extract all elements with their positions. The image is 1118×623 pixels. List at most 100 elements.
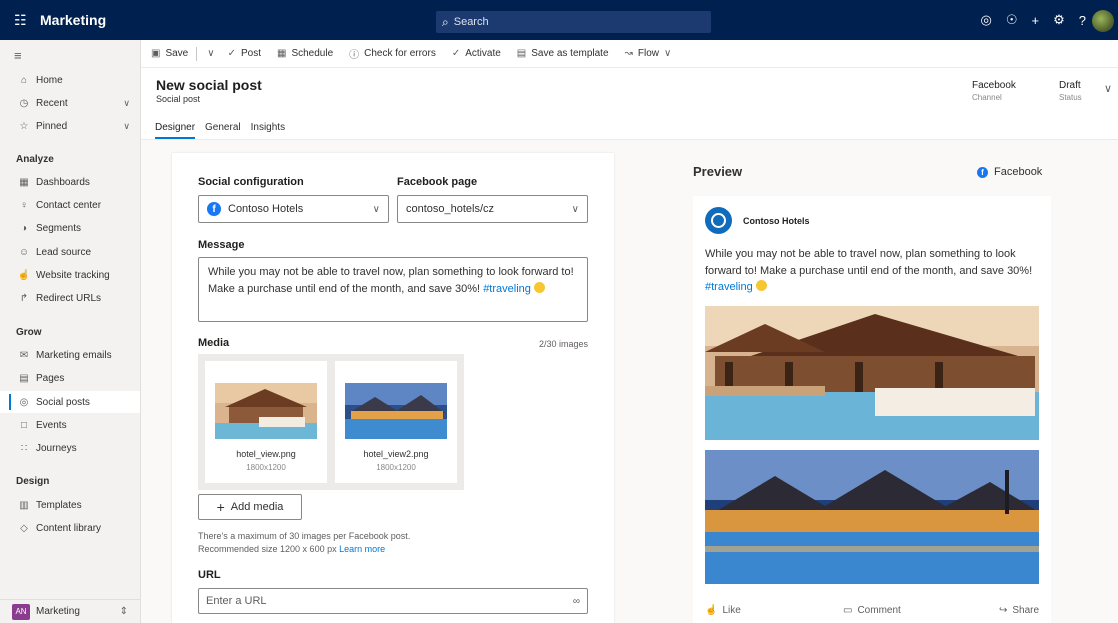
account-avatar <box>705 207 732 234</box>
top-bar: ☷ Marketing ⌕ Search ◎ ☉ + ⚙ ? <box>0 0 1118 40</box>
activate-button[interactable]: ✓ Activate <box>452 48 501 59</box>
app-name[interactable]: Marketing <box>40 12 106 28</box>
sidebar-item-pinned[interactable]: ☆ Pinned ∨ <box>0 115 140 137</box>
sidebar-item-marketing-emails[interactable]: ✉ Marketing emails <box>0 344 140 366</box>
social-config-dropdown[interactable]: f Contoso Hotels ∨ <box>198 195 389 223</box>
sidebar-item-label: Lead source <box>36 246 92 258</box>
url-placeholder: Enter a URL <box>206 595 267 607</box>
divider <box>196 46 198 61</box>
status-label: Status <box>1059 93 1082 102</box>
help-icon[interactable]: ? <box>1079 13 1086 28</box>
sidebar-item-templates[interactable]: ▥ Templates <box>0 494 140 516</box>
preview-heading: Preview <box>693 164 743 179</box>
fb-page-dropdown[interactable]: contoso_hotels/cz ∨ <box>397 195 588 223</box>
user-avatar[interactable] <box>1092 10 1114 32</box>
media-item[interactable]: hotel_view.png 1800x1200 <box>205 361 327 483</box>
record-tabs: Designer General Insights <box>155 122 285 139</box>
check-errors-button[interactable]: ⓘ Check for errors <box>349 46 436 61</box>
global-search[interactable]: ⌕ Search <box>436 11 711 33</box>
share-label: Share <box>1012 605 1040 616</box>
hamburger-icon[interactable]: ≡ <box>14 48 22 63</box>
like-button[interactable]: ☝ Like <box>705 605 741 616</box>
share-icon: ↪ <box>999 605 1008 616</box>
plus-icon[interactable]: + <box>1032 13 1040 28</box>
top-actions: ◎ ☉ + ⚙ ? <box>981 0 1086 40</box>
message-hashtag[interactable]: #traveling <box>483 283 531 295</box>
help-line-2: Recommended size 1200 x 600 px <box>198 544 337 554</box>
sidebar-item-content-library[interactable]: ◇ Content library <box>0 517 140 539</box>
sidebar-item-website-tracking[interactable]: ☝ Website tracking <box>0 264 140 286</box>
sidebar-item-redirect-urls[interactable]: ↱ Redirect URLs <box>0 287 140 309</box>
social-config-value: Contoso Hotels <box>228 203 304 215</box>
comment-button[interactable]: ▭ Comment <box>843 605 901 616</box>
help-line-1: There's a maximum of 30 images per Faceb… <box>198 531 411 541</box>
clock-icon: ◷ <box>19 97 29 109</box>
share-button[interactable]: ↪ Share <box>999 605 1039 616</box>
sidebar-item-label: Dashboards <box>36 176 90 188</box>
sidebar-item-segments[interactable]: ◑ Segments <box>0 217 140 239</box>
save-as-template-button[interactable]: ▤ Save as template <box>517 48 609 59</box>
sidebar-item-lead-source[interactable]: ☺ Lead source <box>0 241 140 263</box>
entity-name: Social post <box>156 94 201 104</box>
record-header: New social post Social post Facebook Cha… <box>141 68 1118 140</box>
sidebar-item-label: Recent <box>36 97 68 109</box>
save-options-button[interactable]: ∨ <box>207 48 219 59</box>
template-icon: ▥ <box>19 499 29 511</box>
message-textarea[interactable]: While you may not be able to travel now,… <box>198 257 588 322</box>
lead-icon: ☺ <box>18 246 30 258</box>
preview-hashtag: #traveling <box>705 281 753 293</box>
save-label: Save <box>165 48 189 59</box>
preview-channel-name: Facebook <box>994 166 1043 178</box>
sidebar-item-label: Pages <box>36 372 65 384</box>
media-filename: hotel_view2.png <box>363 449 429 459</box>
social-icon: ◎ <box>19 396 29 408</box>
sidebar-item-pages[interactable]: ▤ Pages <box>0 367 140 389</box>
url-input[interactable]: Enter a URL ∞ <box>198 588 588 614</box>
media-label: Media <box>198 337 230 349</box>
tab-designer[interactable]: Designer <box>155 122 196 139</box>
post-button[interactable]: ✓ Post <box>228 48 261 59</box>
home-icon: ⌂ <box>20 74 28 86</box>
fb-page-value: contoso_hotels/cz <box>406 203 495 215</box>
chevron-down-icon[interactable]: ∨ <box>123 98 130 109</box>
chevron-down-icon[interactable]: ∨ <box>123 121 130 132</box>
area-label: Marketing <box>36 606 80 617</box>
check-circle-icon: ✓ <box>227 48 236 59</box>
search-icon: ⌕ <box>442 14 449 29</box>
check-circle-icon: ✓ <box>451 48 461 59</box>
mail-icon: ✉ <box>19 349 29 361</box>
save-button[interactable]: ▣ Save <box>151 48 188 59</box>
flow-button[interactable]: ↝ Flow ∨ <box>625 48 677 59</box>
gear-icon[interactable]: ⚙ <box>1053 12 1065 28</box>
plus-icon: + <box>216 499 225 515</box>
touch-icon: ☝ <box>17 269 31 281</box>
header-field-channel: Facebook Channel <box>972 80 1016 102</box>
check-errors-label: Check for errors <box>364 48 436 59</box>
tab-general[interactable]: General <box>205 122 241 139</box>
add-media-button[interactable]: + Add media <box>198 494 302 520</box>
sidebar-item-contact-center[interactable]: ♀ Contact center <box>0 194 140 216</box>
sidebar-item-label: Marketing emails <box>36 349 112 361</box>
sidebar-item-social-posts[interactable]: ◎ Social posts <box>0 391 140 413</box>
smile-emoji-icon <box>533 282 545 293</box>
sidebar-item-journeys[interactable]: ∷ Journeys <box>0 437 140 459</box>
area-badge: AN <box>12 603 30 620</box>
tab-insights[interactable]: Insights <box>251 122 285 139</box>
sidebar-item-events[interactable]: □ Events <box>0 414 140 436</box>
flow-icon: ↝ <box>624 48 633 59</box>
sidebar-item-home[interactable]: ⌂ Home <box>0 69 140 91</box>
chevron-down-icon[interactable]: ∨ <box>1104 82 1112 95</box>
smile-emoji-icon <box>755 280 767 291</box>
sidebar-item-label: Home <box>36 74 63 86</box>
schedule-button[interactable]: ▦ Schedule <box>277 48 333 59</box>
lightbulb-icon[interactable]: ☉ <box>1006 12 1018 28</box>
sidebar-item-recent[interactable]: ◷ Recent ∨ <box>0 92 140 114</box>
learn-more-link[interactable]: Learn more <box>339 544 385 554</box>
hotel-image-thumbnail <box>215 383 317 439</box>
app-launcher-icon[interactable]: ☷ <box>14 12 34 29</box>
area-switcher[interactable]: AN Marketing ⇕ <box>0 599 140 623</box>
sidebar-item-dashboards[interactable]: ▦ Dashboards <box>0 171 140 193</box>
media-item[interactable]: hotel_view2.png 1800x1200 <box>335 361 457 483</box>
pin-icon: ☆ <box>19 120 29 132</box>
target-icon[interactable]: ◎ <box>981 12 992 28</box>
